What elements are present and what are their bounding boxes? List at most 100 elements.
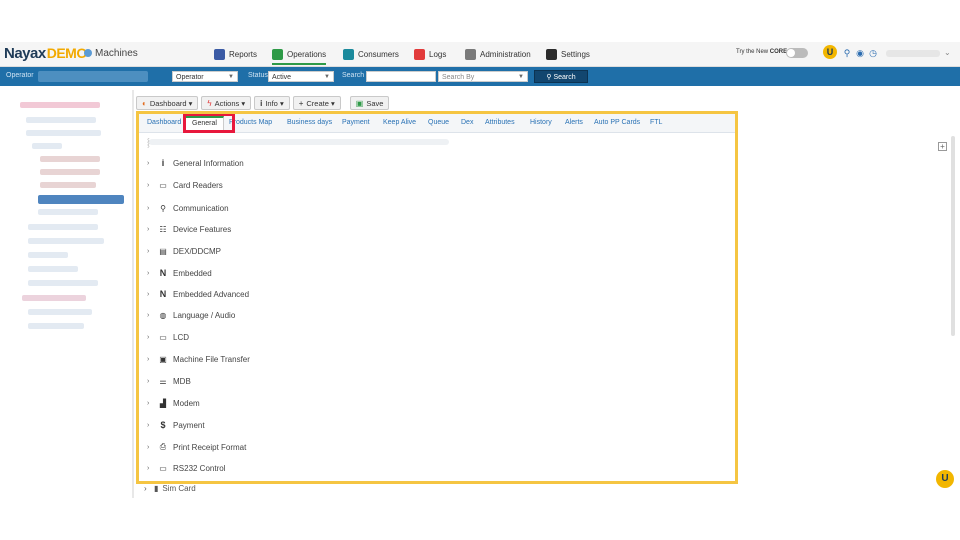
save-label: Save <box>366 98 384 108</box>
user-name[interactable] <box>886 50 940 57</box>
tree-item[interactable] <box>28 309 92 315</box>
tree-item[interactable] <box>40 182 96 188</box>
globe-audio-icon: ◍ <box>159 310 167 320</box>
tab-keep-alive[interactable]: Keep Alive <box>383 119 416 126</box>
try-new-text: Try the New <box>736 49 769 55</box>
section-machine-file-transfer[interactable]: › ▣ Machine File Transfer <box>147 353 250 365</box>
tree-item[interactable] <box>28 238 104 244</box>
nav-administration[interactable]: Administration <box>465 47 531 61</box>
section-language-audio[interactable]: › ◍ Language / Audio <box>147 309 235 321</box>
nav-consumers[interactable]: Consumers <box>343 47 399 61</box>
tab-ftl[interactable]: FTL <box>650 119 662 126</box>
section-embedded[interactable]: › N Embedded <box>147 267 212 279</box>
tree-item[interactable] <box>28 280 98 286</box>
status-select[interactable]: Active ▼ <box>268 71 334 82</box>
tab-dashboard[interactable]: Dashboard <box>147 119 181 126</box>
create-button[interactable]: + Create ▾ <box>292 96 341 110</box>
tab-queue[interactable]: Queue <box>428 119 449 126</box>
tab-business-days[interactable]: Business days <box>287 119 332 126</box>
tab-dex[interactable]: Dex <box>461 119 473 126</box>
chevron-right-icon: › <box>147 159 150 167</box>
search-icon[interactable]: ⚲ <box>842 48 852 58</box>
section-general-information[interactable]: › i General Information <box>147 157 244 169</box>
tree-item-selected[interactable] <box>38 195 124 204</box>
section-mdb[interactable]: › ⚌ MDB <box>147 375 191 387</box>
clock-icon[interactable]: ◷ <box>868 48 878 58</box>
nav-logs[interactable]: Logs <box>414 47 446 61</box>
tab-products-map[interactable]: Products Map <box>229 119 272 126</box>
section-dex-ddcmp[interactable]: › ▤ DEX/DDCMP <box>147 245 221 257</box>
nayax-n-icon: N <box>159 289 167 299</box>
dashboard-icon: ◐ <box>142 98 147 108</box>
tab-payment[interactable]: Payment <box>342 119 370 126</box>
section-lcd[interactable]: › ▭ LCD <box>147 331 189 343</box>
university-float-icon[interactable]: U <box>936 470 954 488</box>
section-embedded-advanced[interactable]: › N Embedded Advanced <box>147 288 249 300</box>
tree-item[interactable] <box>40 169 100 175</box>
tab-alerts[interactable]: Alerts <box>565 119 583 126</box>
core-toggle[interactable] <box>786 48 808 58</box>
tree-item[interactable] <box>20 102 100 108</box>
tree-item[interactable] <box>28 266 78 272</box>
actions-label: Actions <box>214 98 240 108</box>
search-label: Search <box>342 72 365 79</box>
search-input[interactable] <box>366 71 436 82</box>
section-device-features[interactable]: › ☷ Device Features <box>147 223 231 235</box>
section-label: Embedded <box>173 268 212 278</box>
section-modem[interactable]: › ▟ Modem <box>147 397 200 409</box>
section-sim-card[interactable]: › ▮ Sim Card <box>144 484 196 493</box>
search-by-select[interactable]: Search By ▼ <box>438 71 528 82</box>
search-button[interactable]: ⚲ Search <box>534 70 588 83</box>
machine-toolbar: ◐ Dashboard ▾ ϟ Actions ▾ i Info ▾ + Create … <box>136 96 390 110</box>
tree-item[interactable] <box>22 295 86 301</box>
nayax-n-icon: N <box>159 268 167 278</box>
tree-item[interactable] <box>26 117 96 123</box>
sidebar-splitter[interactable] <box>132 90 134 498</box>
expand-icon[interactable]: + <box>938 142 947 151</box>
section-rs232-control[interactable]: › ▭ RS232 Control <box>147 462 225 474</box>
nav-reports[interactable]: Reports <box>214 47 257 61</box>
section-payment[interactable]: › $ Payment <box>147 419 205 431</box>
section-label: Modem <box>173 398 200 408</box>
machine-details-panel: Dashboard General Products Map Business … <box>136 111 738 484</box>
status-label: Status <box>248 72 268 79</box>
tab-auto-pp-cards[interactable]: Auto PP Cards <box>594 119 640 126</box>
brand-name: Nayax <box>4 45 46 62</box>
university-badge-icon[interactable]: U <box>823 45 837 59</box>
nav-settings[interactable]: Settings <box>546 47 590 61</box>
chevron-right-icon: › <box>147 269 150 277</box>
page-scrollbar[interactable] <box>951 136 955 336</box>
tree-item[interactable] <box>28 252 68 258</box>
section-label: General Information <box>173 158 244 168</box>
tree-item[interactable] <box>40 156 100 162</box>
chevron-right-icon: › <box>144 484 147 493</box>
section-label: Sim Card <box>162 484 196 493</box>
section-label: Embedded Advanced <box>173 289 250 299</box>
section-print-receipt-format[interactable]: › ⎙ Print Receipt Format <box>147 441 246 453</box>
tree-item[interactable] <box>32 143 62 149</box>
machine-icon: ⸾ <box>147 138 150 147</box>
tree-item[interactable] <box>28 323 84 329</box>
actions-button[interactable]: ϟ Actions ▾ <box>201 96 252 110</box>
save-button[interactable]: ▣ Save <box>349 96 390 110</box>
brand-logo[interactable]: NayaxDEMO <box>4 45 87 62</box>
section-label: Card Readers <box>173 180 223 190</box>
save-icon: ▣ <box>355 98 364 108</box>
nav-operations[interactable]: Operations <box>272 47 327 65</box>
info-button[interactable]: i Info ▾ <box>254 96 290 110</box>
nav-label: Reports <box>229 49 258 59</box>
support-icon[interactable]: ◉ <box>855 48 865 58</box>
tab-history[interactable]: History <box>530 119 552 126</box>
tree-item[interactable] <box>26 130 101 136</box>
tree-item[interactable] <box>28 224 98 230</box>
section-communication[interactable]: › ⚲ Communication <box>147 202 229 214</box>
chevron-right-icon: › <box>147 204 150 212</box>
tree-item[interactable] <box>38 209 98 215</box>
chevron-down-icon: ▼ <box>324 74 330 80</box>
dashboard-button[interactable]: ◐ Dashboard ▾ <box>136 96 199 110</box>
info-icon: i <box>260 98 263 108</box>
chevron-down-icon[interactable]: ⌄ <box>944 48 951 57</box>
section-card-readers[interactable]: › ▭ Card Readers <box>147 179 223 191</box>
operator-select[interactable]: Operator ▼ <box>172 71 238 82</box>
tab-attributes[interactable]: Attributes <box>485 119 515 126</box>
